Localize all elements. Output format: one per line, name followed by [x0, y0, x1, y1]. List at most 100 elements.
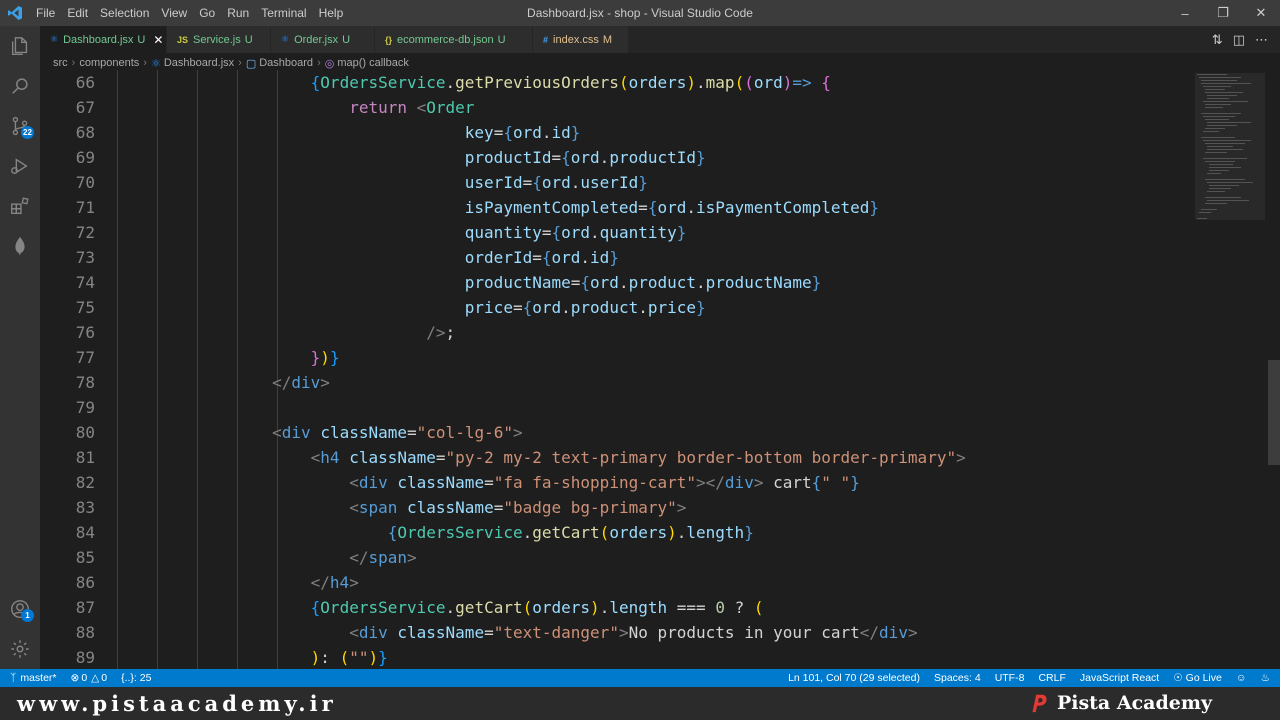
more-actions-icon[interactable]: ⋯ [1255, 32, 1268, 48]
code-content: productId={ord.productId} [464, 148, 706, 167]
warning-count: 0 [101, 672, 108, 684]
breadcrumb-src[interactable]: src [53, 57, 68, 69]
menu-terminal[interactable]: Terminal [255, 0, 312, 26]
source-control-icon[interactable]: 22 [0, 106, 40, 146]
go-live-button[interactable]: ☉ Go Live [1166, 672, 1229, 684]
search-icon[interactable] [0, 66, 40, 106]
extensions-icon[interactable] [0, 186, 40, 226]
code-content: <div className="col-lg-6"> [272, 423, 523, 442]
code-content: </h4> [310, 573, 359, 592]
code-content: key={ord.id} [464, 123, 581, 142]
tab-close-icon[interactable]: ✕ [153, 33, 163, 47]
mongodb-leaf-icon[interactable] [0, 226, 40, 266]
code-line: 70 userId={ord.userId} [40, 170, 1195, 195]
tab-label: index.css [553, 33, 599, 46]
code-content: })} [310, 348, 340, 367]
breadcrumb-components[interactable]: components [79, 57, 139, 69]
chevron-right-icon: › [143, 57, 147, 69]
menu-view[interactable]: View [155, 0, 193, 26]
minimize-button[interactable]: – [1166, 0, 1204, 26]
tab-ecommerce-db-json[interactable]: {} ecommerce-db.json U [375, 26, 533, 53]
menu-go[interactable]: Go [193, 0, 221, 26]
accounts-icon[interactable]: 1 [0, 589, 40, 629]
line-number: 73 [75, 248, 95, 267]
chevron-right-icon: › [317, 57, 321, 69]
split-editor-icon[interactable]: ◫ [1233, 32, 1245, 48]
tab-order-jsx[interactable]: ⚛ Order.jsx U [271, 26, 375, 53]
symbol-method-icon: ◎ [324, 57, 335, 70]
code-content: <div className="text-danger">No products… [349, 623, 918, 642]
problems-status[interactable]: ⊗ 0 △ 0 [64, 672, 115, 684]
menu-selection[interactable]: Selection [94, 0, 155, 26]
breadcrumb-file[interactable]: Dashboard.jsx [164, 57, 234, 69]
activity-bar: 22 1 [0, 26, 40, 669]
vertical-scrollbar[interactable] [1268, 360, 1280, 465]
indentation-status[interactable]: Spaces: 4 [927, 672, 988, 684]
code-editor[interactable]: 66 {OrdersService.getPreviousOrders(orde… [40, 70, 1280, 669]
menu-help[interactable]: Help [313, 0, 350, 26]
eol-status[interactable]: CRLF [1031, 672, 1072, 684]
code-content: </div> [272, 373, 330, 392]
react-file-icon: ⚛ [150, 57, 161, 70]
code-line: 71 isPaymentCompleted={ord.isPaymentComp… [40, 195, 1195, 220]
warning-icon: △ [91, 672, 100, 684]
line-number: 80 [75, 423, 95, 442]
code-content: </span> [349, 548, 417, 567]
watermark-bar: www.pistaacademy.ir Pista Academy [0, 687, 1280, 720]
code-line: 84 {OrdersService.getCart(orders).length… [40, 520, 1195, 545]
menu-bar: File Edit Selection View Go Run Terminal… [30, 0, 349, 26]
settings-gear-icon[interactable] [0, 629, 40, 669]
chevron-right-icon: › [71, 57, 76, 69]
code-content: <span className="badge bg-primary"> [349, 498, 687, 517]
code-content: isPaymentCompleted={ord.isPaymentComplet… [464, 198, 880, 217]
close-window-button[interactable]: ✕ [1242, 0, 1280, 26]
tab-index-css[interactable]: # index.css M [533, 26, 629, 53]
explorer-icon[interactable] [0, 26, 40, 66]
code-line: 86 </h4> [40, 570, 1195, 595]
tab-label: Order.jsx [294, 33, 339, 46]
line-number: 87 [75, 598, 95, 617]
line-number: 82 [75, 473, 95, 492]
tab-label: Service.js [193, 33, 241, 46]
source-control-badge: 22 [21, 126, 34, 139]
line-number: 66 [75, 73, 95, 92]
line-number: 74 [75, 273, 95, 292]
notifications-bell-icon[interactable]: ♨ [1254, 672, 1280, 684]
line-number: 81 [75, 448, 95, 467]
tab-status-flag: M [602, 33, 613, 46]
tab-status-flag: U [497, 33, 506, 46]
run-debug-icon[interactable] [0, 146, 40, 186]
line-number: 75 [75, 298, 95, 317]
encoding-status[interactable]: UTF-8 [988, 672, 1032, 684]
selector-status[interactable]: {..}: 25 [114, 672, 158, 684]
menu-run[interactable]: Run [221, 0, 255, 26]
brand-name: Pista Academy [1056, 692, 1212, 714]
minimap[interactable] [1195, 73, 1265, 669]
tab-dashboard-jsx[interactable]: ⚛ Dashboard.jsx U ✕ [40, 26, 167, 53]
code-content: quantity={ord.quantity} [464, 223, 687, 242]
feedback-icon[interactable]: ☺ [1229, 672, 1254, 684]
branch-status[interactable]: ᛉ master* [0, 672, 64, 684]
open-changes-icon[interactable]: ⇅ [1212, 32, 1223, 48]
breadcrumb-callback[interactable]: map() callback [337, 57, 409, 69]
code-line: 82 <div className="fa fa-shopping-cart">… [40, 470, 1195, 495]
pista-logo-icon [1032, 694, 1047, 713]
menu-edit[interactable]: Edit [61, 0, 94, 26]
status-bar-right: Ln 101, Col 70 (29 selected) Spaces: 4 U… [781, 672, 1280, 684]
line-number: 79 [75, 398, 95, 417]
line-number: 86 [75, 573, 95, 592]
menu-file[interactable]: File [30, 0, 61, 26]
code-line: 72 quantity={ord.quantity} [40, 220, 1195, 245]
cursor-position[interactable]: Ln 101, Col 70 (29 selected) [781, 672, 927, 684]
breadcrumb-symbol[interactable]: Dashboard [259, 57, 313, 69]
code-content: ): ("")} [310, 648, 388, 667]
tab-service-js[interactable]: JS Service.js U [167, 26, 271, 53]
code-content: />; [426, 323, 456, 342]
maximize-button[interactable]: ❐ [1204, 0, 1242, 26]
line-number: 68 [75, 123, 95, 142]
js-file-icon: JS [177, 34, 189, 45]
brand: Pista Academy [1027, 692, 1212, 714]
code-line: 81 <h4 className="py-2 my-2 text-primary… [40, 445, 1195, 470]
code-line: 68 key={ord.id} [40, 120, 1195, 145]
language-mode[interactable]: JavaScript React [1073, 672, 1166, 684]
